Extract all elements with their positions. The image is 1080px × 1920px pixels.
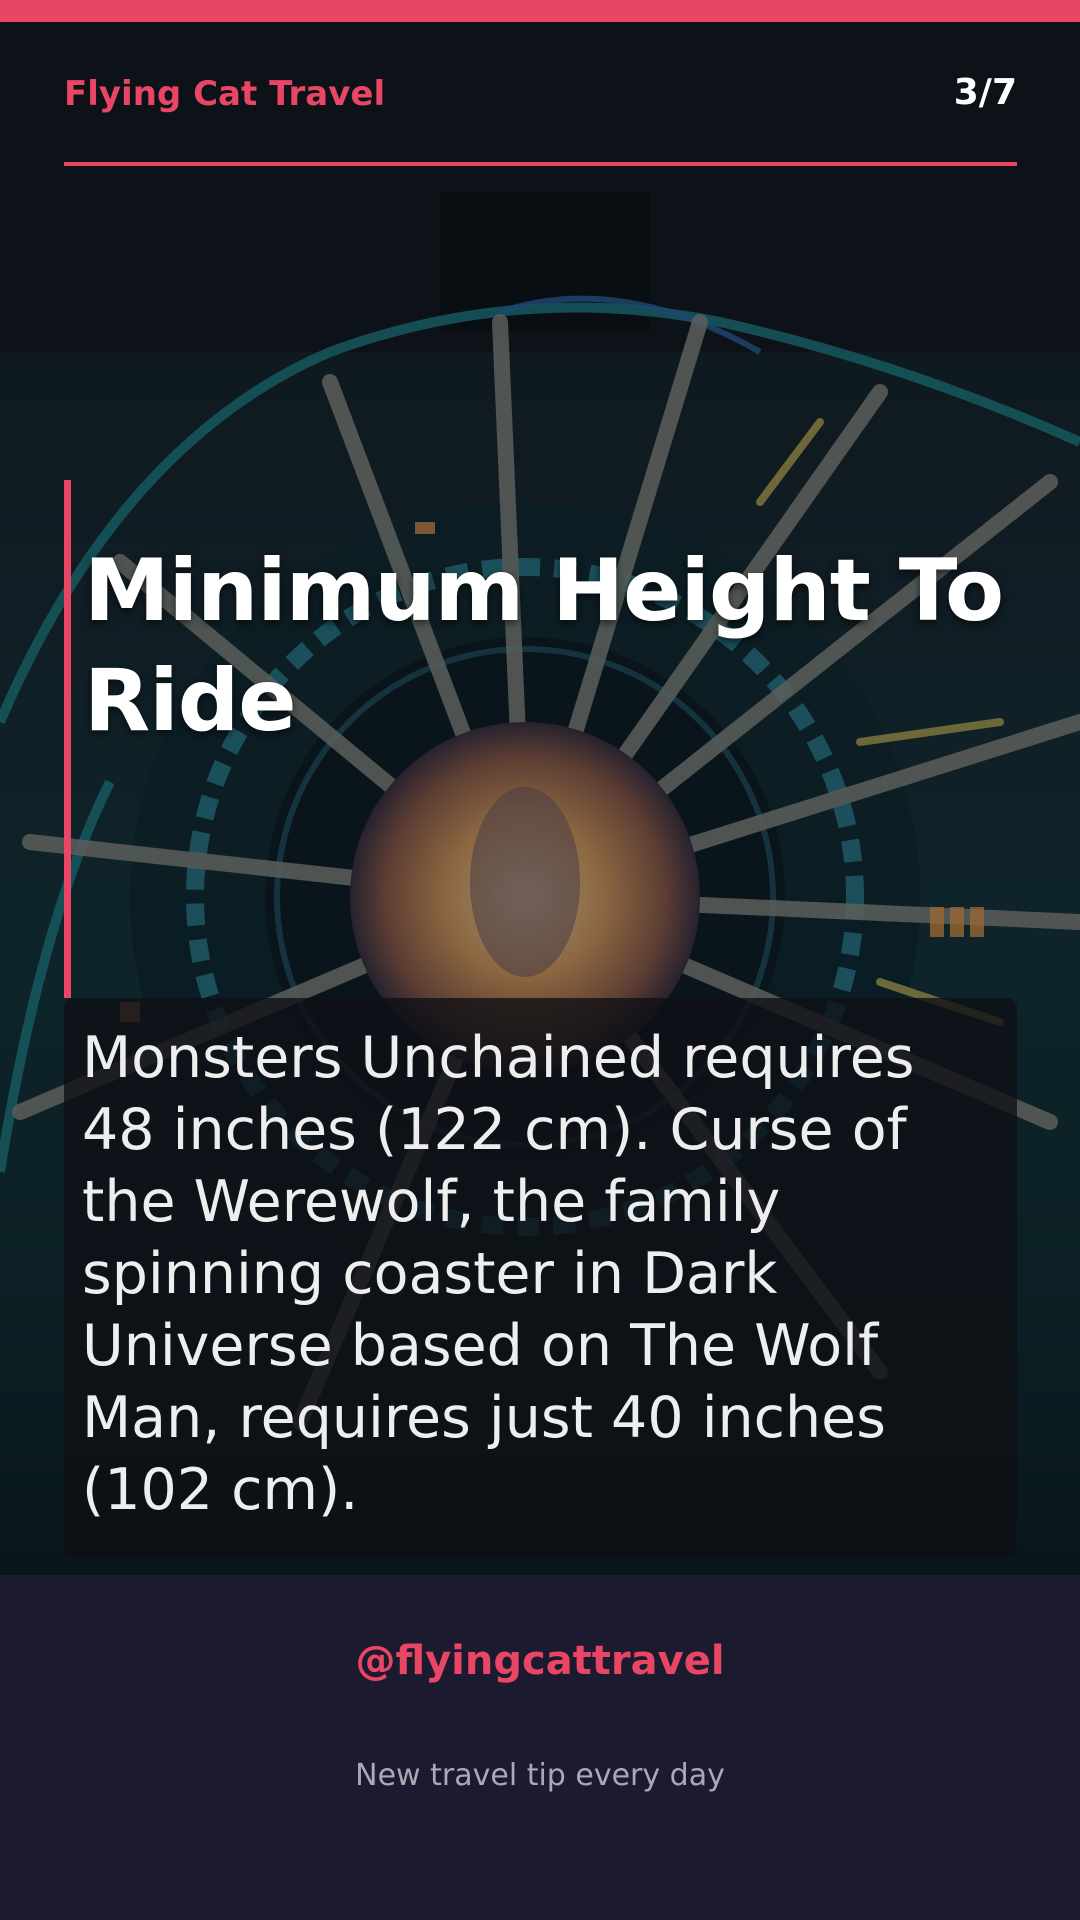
brand-name: Flying Cat Travel (64, 74, 386, 114)
slide-headline: Minimum Height To Ride (84, 541, 1004, 751)
slide-counter: 3/7 (953, 72, 1017, 113)
header: Flying Cat Travel 3/7 (64, 22, 1017, 166)
social-handle: @flyingcattravel (355, 1638, 725, 1684)
headline-accent-bar (64, 480, 71, 998)
footer-tagline: New travel tip every day (355, 1758, 725, 1793)
slide-body-text: Monsters Unchained requires 48 inches (1… (82, 1025, 915, 1523)
footer (0, 1575, 1080, 1920)
top-accent-bar (0, 0, 1080, 22)
